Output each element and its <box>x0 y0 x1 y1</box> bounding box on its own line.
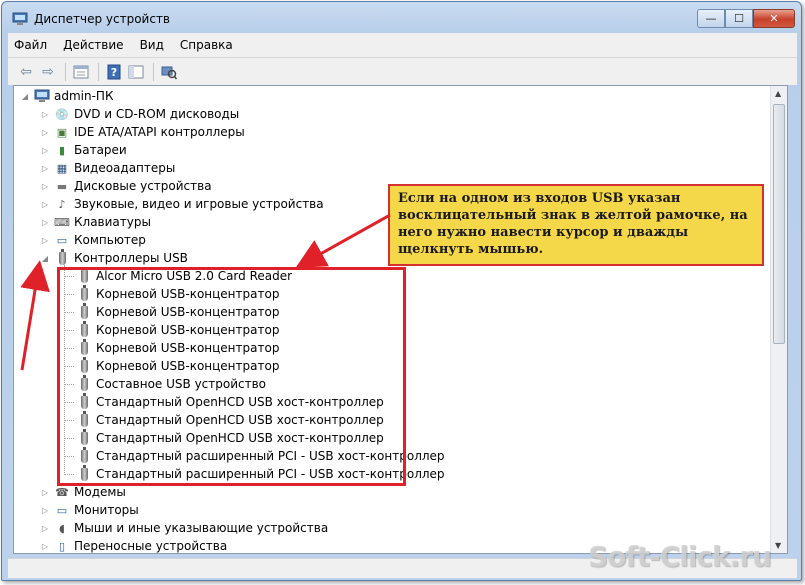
watermark: Soft-Click.ru <box>588 540 772 573</box>
arrow-to-usb-node <box>295 213 391 268</box>
annotation-arrows <box>20 213 391 371</box>
arrow-to-usb-expander <box>20 260 50 371</box>
